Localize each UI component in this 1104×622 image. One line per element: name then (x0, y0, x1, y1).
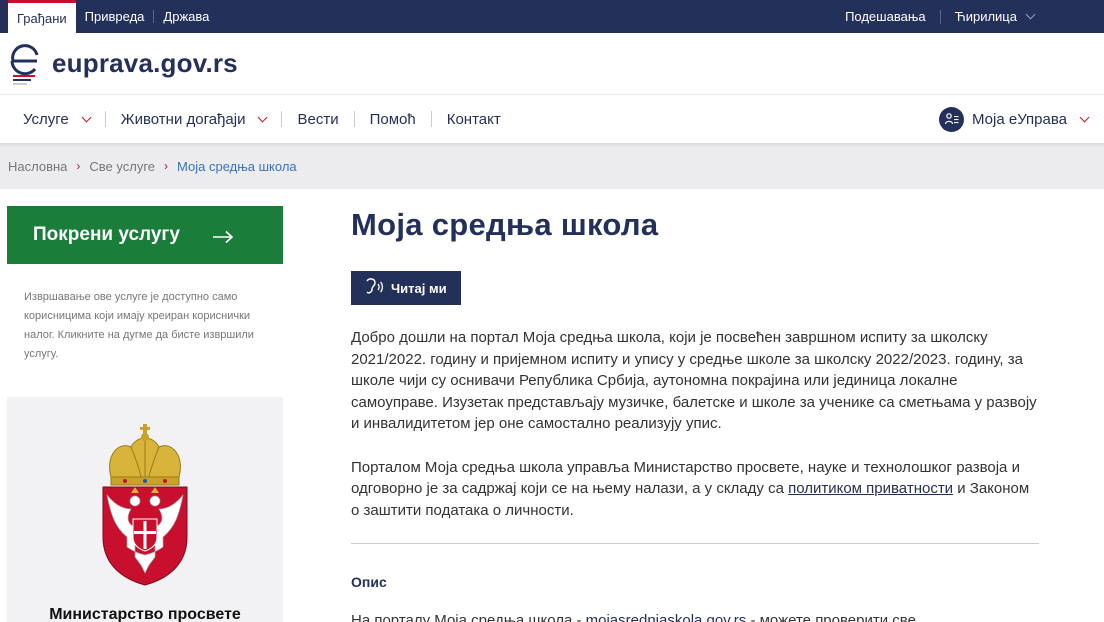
top-bar: Грађани Привреда Држава Подешавања Ћирил… (0, 0, 1104, 33)
breadcrumb-all-services[interactable]: Све услуге (89, 159, 155, 174)
main-content: Моја средња школа Читај ми Добро дошли н… (283, 189, 1040, 622)
description-paragraph: На порталу Моја средња школа - mojasredn… (351, 612, 1040, 622)
ministry-name: Министарство просвете (49, 606, 241, 622)
sidebar: Покрени услугу Извршавање ове услуге је … (0, 189, 283, 622)
breadcrumb: Насловна › Све услуге › Моја средња школ… (0, 143, 1104, 189)
euprava-logo-icon[interactable] (7, 41, 43, 87)
chevron-down-icon (1025, 9, 1036, 20)
serbian-coat-of-arms-icon (102, 424, 188, 586)
account-menu[interactable]: Моја еУправа (939, 106, 1090, 132)
chevron-right-icon: › (76, 159, 81, 173)
divider (939, 9, 941, 24)
privacy-policy-link[interactable]: политиком приватности (788, 480, 953, 497)
audience-tabs: Грађани Привреда Држава (8, 0, 218, 33)
chevron-down-icon (81, 112, 92, 122)
nav-life-events[interactable]: Животни догађаји (120, 110, 268, 128)
nav-life-events-label: Животни догађаји (120, 110, 246, 128)
tab-state[interactable]: Држава (154, 0, 218, 33)
read-aloud-button[interactable]: Читај ми (351, 271, 461, 305)
chevron-right-icon: › (164, 159, 169, 173)
main-navigation: Услуге Животни догађаји Вести Помоћ Конт… (0, 95, 1104, 143)
logo-row: euprava.gov.rs (0, 33, 1104, 95)
nav-help[interactable]: Помоћ (370, 111, 416, 128)
description-text-start: На порталу Моја средња школа - (351, 612, 586, 622)
portal-link[interactable]: mojasrednjaskola.gov.rs (586, 612, 747, 622)
intro-paragraph: Добро дошли на портал Моја средња школа,… (351, 329, 1037, 432)
section-title-description: Опис (351, 574, 387, 590)
settings-link[interactable]: Подешавања (845, 9, 926, 24)
chevron-down-icon (258, 112, 268, 122)
page-content: Покрени услугу Извршавање ове услуге је … (0, 189, 1104, 622)
divider (281, 111, 283, 127)
nav-services[interactable]: Услуге (23, 110, 92, 128)
language-selector[interactable]: Ћирилица (954, 9, 1036, 24)
start-service-label: Покрени услугу (33, 224, 180, 245)
read-aloud-label: Читај ми (391, 280, 447, 296)
nav-news[interactable]: Вести (297, 111, 338, 128)
tab-business[interactable]: Привреда (76, 0, 154, 33)
description-text-end: - можете проверити све (746, 612, 916, 622)
arrow-right-icon (212, 228, 234, 244)
speaker-icon (363, 277, 385, 300)
site-logo-text[interactable]: euprava.gov.rs (52, 48, 238, 79)
ministry-card[interactable]: Министарство просвете (7, 397, 283, 622)
page-title: Моја средња школа (351, 207, 659, 242)
divider (353, 111, 355, 127)
user-icon (939, 106, 964, 132)
nav-contact[interactable]: Контакт (447, 111, 501, 128)
language-label: Ћирилица (954, 9, 1017, 24)
start-service-button[interactable]: Покрени услугу (7, 206, 283, 264)
nav-services-label: Услуге (23, 110, 69, 128)
service-access-note: Извршавање ове услуге је доступно само к… (24, 291, 254, 360)
divider (351, 543, 1039, 544)
chevron-down-icon (1079, 112, 1090, 122)
divider (104, 111, 106, 127)
account-label: Моја еУправа (972, 110, 1067, 128)
breadcrumb-current: Моја средња школа (177, 158, 297, 174)
management-paragraph: Порталом Моја средња школа управља Минис… (351, 457, 1041, 522)
tab-citizens[interactable]: Грађани (8, 0, 76, 33)
breadcrumb-home[interactable]: Насловна (8, 159, 67, 174)
divider (430, 111, 432, 127)
